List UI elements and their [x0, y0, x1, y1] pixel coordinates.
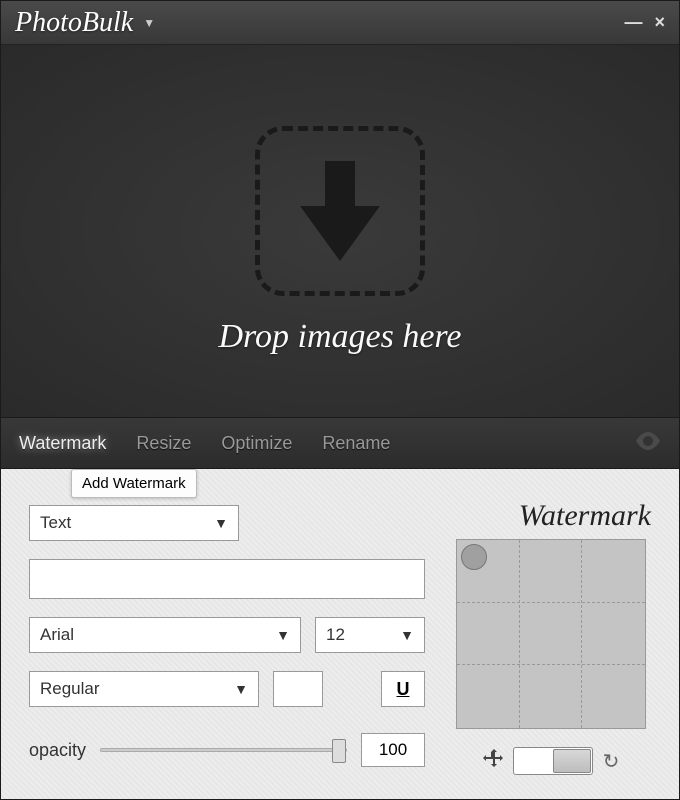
close-button[interactable]: × — [654, 12, 665, 33]
tab-watermark[interactable]: Watermark — [19, 433, 106, 454]
panel-left: Text ▼ Arial ▼ 12 ▼ — [29, 505, 425, 775]
chevron-down-icon: ▼ — [214, 515, 228, 531]
rotate-icon[interactable]: ↻ — [603, 749, 620, 774]
chevron-down-icon: ▼ — [276, 627, 290, 643]
title-menu-arrow-icon[interactable]: ▼ — [143, 16, 155, 30]
drop-zone[interactable]: Drop images here — [1, 45, 679, 417]
tile-toggle[interactable] — [513, 747, 593, 775]
app-window: PhotoBulk ▼ — × Drop images here Waterma… — [0, 0, 680, 800]
drop-box — [255, 126, 425, 296]
toggle-knob — [553, 749, 591, 773]
position-preview[interactable] — [456, 539, 646, 729]
down-arrow-icon — [300, 161, 380, 261]
preview-eye-icon[interactable] — [635, 430, 661, 456]
panel-title: Watermark — [519, 499, 651, 533]
tab-bar: Watermark Resize Optimize Rename — [1, 417, 679, 469]
tab-optimize[interactable]: Optimize — [221, 433, 292, 454]
font-weight-value: Regular — [40, 679, 100, 699]
font-size-value: 12 — [326, 625, 345, 645]
font-weight-select[interactable]: Regular ▼ — [29, 671, 259, 707]
tab-resize[interactable]: Resize — [136, 433, 191, 454]
chevron-down-icon: ▼ — [400, 627, 414, 643]
tab-rename[interactable]: Rename — [322, 433, 390, 454]
underline-button[interactable]: U — [381, 671, 425, 707]
font-size-select[interactable]: 12 ▼ — [315, 617, 425, 653]
font-family-select[interactable]: Arial ▼ — [29, 617, 301, 653]
slider-thumb[interactable] — [332, 739, 346, 763]
minimize-button[interactable]: — — [624, 12, 642, 33]
font-family-value: Arial — [40, 625, 74, 645]
chevron-down-icon: ▼ — [234, 681, 248, 697]
opacity-slider[interactable] — [100, 748, 347, 752]
drop-caption: Drop images here — [219, 318, 462, 356]
title-bar: PhotoBulk ▼ — × — [1, 1, 679, 45]
position-marker[interactable] — [461, 544, 487, 570]
watermark-text-input[interactable] — [29, 559, 425, 599]
tooltip-add-watermark: Add Watermark — [71, 469, 197, 498]
opacity-label: opacity — [29, 740, 86, 761]
settings-panel: Add Watermark Text ▼ Arial ▼ 12 — [1, 469, 679, 799]
watermark-type-select[interactable]: Text ▼ — [29, 505, 239, 541]
watermark-type-value: Text — [40, 513, 71, 533]
move-icon[interactable] — [483, 748, 503, 774]
color-picker[interactable] — [273, 671, 323, 707]
opacity-value-input[interactable]: 100 — [361, 733, 425, 767]
panel-right: Watermark ↻ — [451, 505, 651, 775]
app-title: PhotoBulk — [15, 7, 133, 39]
